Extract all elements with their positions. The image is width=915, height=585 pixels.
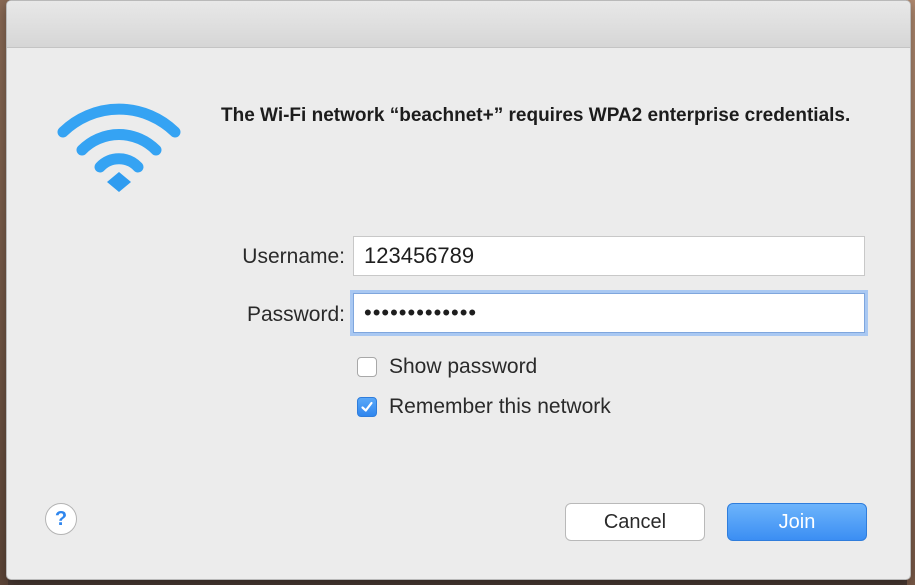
- dialog-message: The Wi-Fi network “beachnet+” requires W…: [221, 105, 851, 126]
- remember-network-option[interactable]: Remember this network: [357, 393, 611, 421]
- show-password-option[interactable]: Show password: [357, 353, 537, 381]
- wifi-icon: [57, 103, 181, 192]
- dialog-titlebar[interactable]: [7, 1, 910, 48]
- show-password-label: Show password: [389, 355, 538, 378]
- username-input[interactable]: [353, 236, 865, 276]
- help-button[interactable]: ?: [45, 503, 77, 535]
- password-label: Password:: [246, 303, 345, 326]
- checkmark-icon: [361, 401, 373, 412]
- join-button[interactable]: Join: [727, 503, 867, 541]
- cancel-button[interactable]: Cancel: [565, 503, 705, 541]
- username-label: Username:: [242, 245, 345, 268]
- remember-network-label: Remember this network: [389, 395, 611, 418]
- wifi-credentials-dialog: The Wi-Fi network “beachnet+” requires W…: [6, 0, 911, 580]
- remember-network-checkbox[interactable]: [357, 397, 377, 417]
- show-password-checkbox[interactable]: [357, 357, 377, 377]
- password-input[interactable]: [353, 293, 865, 333]
